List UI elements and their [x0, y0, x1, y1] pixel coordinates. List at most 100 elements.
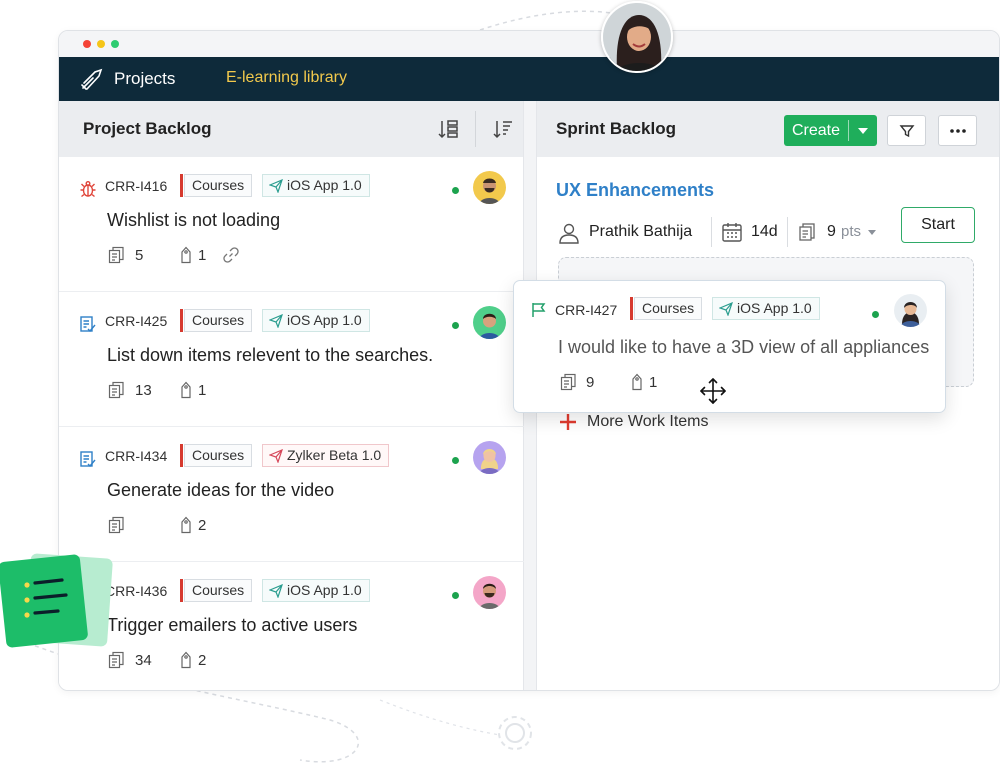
work-item-id[interactable]: CRR-I425	[105, 313, 167, 329]
close-window-dot[interactable]	[83, 40, 91, 48]
avatar-woman-icon	[473, 441, 506, 474]
create-dropdown-toggle[interactable]	[849, 115, 877, 146]
release-tag[interactable]: iOS App 1.0	[262, 579, 370, 602]
maximize-window-dot[interactable]	[111, 40, 119, 48]
bug-icon	[80, 181, 96, 198]
attachments-count: 2	[198, 652, 207, 669]
attachment-tag-icon	[181, 381, 191, 399]
work-item-title[interactable]: Trigger emailers to active users	[107, 615, 357, 636]
status-dot	[452, 322, 459, 329]
sprint-owner[interactable]: Prathik Bathija	[589, 223, 692, 241]
status-dot	[452, 457, 459, 464]
backlog-item-card[interactable]: CRR-I425 Courses iOS App 1.0 List down item…	[59, 292, 524, 427]
more-options-button[interactable]	[938, 115, 977, 146]
window-titlebar	[59, 31, 999, 57]
subitems-icon	[108, 381, 124, 399]
story-icon	[80, 451, 96, 468]
work-item-title[interactable]: I would like to have a 3D view of all ap…	[558, 337, 929, 358]
paper-plane-icon	[269, 179, 283, 193]
sprint-points-unit[interactable]: pts	[841, 223, 861, 240]
top-navbar: Projects E-learning library	[59, 57, 999, 101]
subitems-count: 5	[135, 247, 144, 264]
avatar-man-icon	[473, 306, 506, 339]
module-tag[interactable]: Courses	[184, 579, 253, 602]
release-tag-label: Zylker Beta 1.0	[287, 447, 382, 463]
presenter-avatar	[601, 1, 673, 73]
module-tag[interactable]: Courses	[184, 309, 253, 332]
move-cursor-icon	[700, 378, 726, 404]
release-tag[interactable]: iOS App 1.0	[262, 174, 370, 197]
backlog-item-card[interactable]: CRR-I434 Courses Zylker Beta 1.0 Generate i…	[59, 427, 524, 562]
release-tag[interactable]: Zylker Beta 1.0	[262, 444, 390, 467]
more-work-items-link[interactable]: More Work Items	[587, 413, 709, 431]
paper-plane-icon	[269, 314, 283, 328]
avatar-man-icon	[473, 171, 506, 204]
subitems-count: 34	[135, 652, 152, 669]
sprint-points-value: 9	[827, 223, 836, 240]
release-tag-label: iOS App 1.0	[287, 177, 362, 193]
subitems-icon	[108, 246, 124, 264]
sprint-name-link[interactable]: UX Enhancements	[556, 180, 714, 201]
nav-elearning-link[interactable]: E-learning library	[226, 69, 347, 87]
minimize-window-dot[interactable]	[97, 40, 105, 48]
paper-plane-icon	[719, 302, 733, 316]
attachments-count: 1	[198, 382, 207, 399]
attachment-tag-icon	[181, 651, 191, 669]
plus-icon[interactable]	[559, 413, 577, 431]
work-item-id[interactable]: CRR-I427	[555, 302, 617, 318]
user-icon	[559, 223, 579, 244]
meta-separator	[711, 217, 712, 247]
project-backlog-title: Project Backlog	[83, 119, 212, 138]
tag-color-bar	[630, 297, 633, 320]
status-dot	[452, 592, 459, 599]
create-button-label[interactable]: Create	[784, 115, 848, 146]
assignee-avatar[interactable]	[473, 576, 506, 609]
nav-projects-title[interactable]: Projects	[114, 69, 175, 89]
release-tag-label: iOS App 1.0	[737, 300, 812, 316]
assignee-avatar[interactable]	[473, 171, 506, 204]
work-item-title[interactable]: Generate ideas for the video	[107, 480, 334, 501]
module-tag[interactable]: Courses	[184, 444, 253, 467]
release-tag[interactable]: iOS App 1.0	[712, 297, 820, 320]
assignee-avatar[interactable]	[473, 306, 506, 339]
release-tag-label: iOS App 1.0	[287, 312, 362, 328]
flag-icon	[532, 303, 546, 317]
link-icon[interactable]	[222, 246, 240, 264]
tag-color-bar	[180, 174, 183, 197]
assignee-avatar[interactable]	[894, 294, 927, 327]
points-dropdown-caret-icon[interactable]	[868, 230, 876, 235]
filter-button[interactable]	[887, 115, 926, 146]
projects-logo-icon[interactable]	[79, 66, 105, 92]
status-dot	[872, 311, 879, 318]
tag-color-bar	[180, 444, 183, 467]
sort-by-icon[interactable]	[491, 117, 515, 141]
attachment-tag-icon	[632, 373, 642, 391]
sprint-duration: 14d	[751, 223, 778, 240]
tag-color-bar	[180, 579, 183, 602]
sort-order-icon[interactable]	[437, 117, 461, 141]
attachment-tag-icon	[181, 246, 191, 264]
module-tag[interactable]: Courses	[184, 174, 253, 197]
work-item-id[interactable]: CRR-I416	[105, 178, 167, 194]
backlog-item-card[interactable]: CRR-I436 Courses iOS App 1.0 Trigger emaile…	[59, 562, 524, 690]
assignee-avatar[interactable]	[473, 441, 506, 474]
paper-plane-icon	[269, 584, 283, 598]
caret-down-icon	[858, 127, 868, 134]
attachments-count: 2	[198, 517, 207, 534]
paper-plane-icon	[269, 449, 283, 463]
release-tag[interactable]: iOS App 1.0	[262, 309, 370, 332]
ellipsis-icon	[949, 128, 966, 133]
backlog-item-card[interactable]: CRR-I416 Courses iOS App 1.0 Wishlist is no…	[59, 157, 524, 292]
subitems-count: 13	[135, 382, 152, 399]
module-tag[interactable]: Courses	[634, 297, 703, 320]
work-item-id[interactable]: CRR-I434	[105, 448, 167, 464]
avatar-man-icon	[473, 576, 506, 609]
subitems-count: 9	[586, 374, 595, 391]
create-button[interactable]: Create	[784, 115, 877, 146]
subitems-icon	[108, 516, 124, 534]
start-sprint-button[interactable]: Start	[901, 207, 975, 243]
project-backlog-header: Project Backlog	[59, 101, 523, 157]
dragged-work-item-card[interactable]: CRR-I427 Courses iOS App 1.0 I would lik…	[513, 280, 946, 413]
work-item-title[interactable]: List down items relevent to the searches…	[107, 345, 433, 366]
work-item-title[interactable]: Wishlist is not loading	[107, 210, 280, 231]
